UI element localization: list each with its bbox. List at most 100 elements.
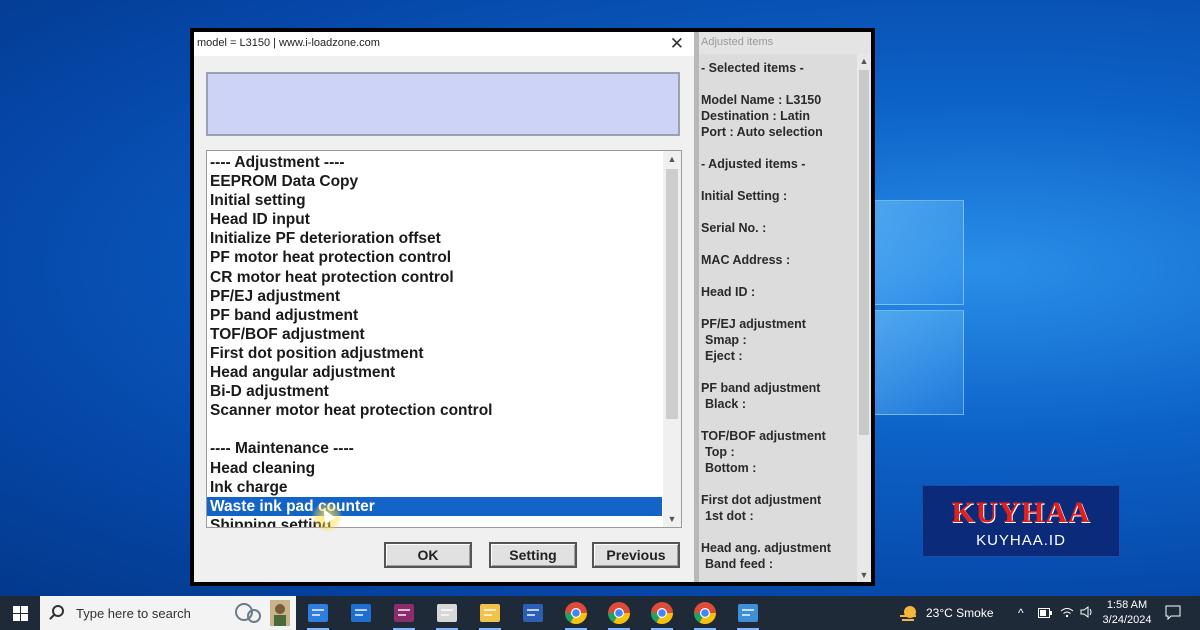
battery-icon[interactable] [1038, 608, 1052, 618]
list-section-header: ---- Maintenance ---- [210, 440, 354, 458]
list-item[interactable]: First dot position adjustment [207, 344, 662, 363]
taskbar: Type here to search 23°C Smoke ^ 1:58 AM… [0, 596, 1200, 630]
ok-button[interactable]: OK [384, 542, 472, 568]
list-item[interactable]: EEPROM Data Copy [207, 172, 662, 191]
adjusted-items-panel: Adjusted items - Selected items - Model N… [699, 32, 871, 582]
adjusted-item-line: Eject : [705, 349, 743, 363]
watermark-url: KUYHAA.ID [976, 532, 1066, 549]
volume-icon[interactable] [1080, 606, 1094, 618]
file-explorer-icon[interactable] [477, 600, 503, 630]
window-title-bar: model = L3150 | www.i-loadzone.com ✕ [194, 32, 694, 56]
adjusted-item-line: Bottom : [705, 461, 757, 475]
chrome-profile-k-icon[interactable] [692, 600, 718, 630]
adjusted-item-line: Smap : [705, 333, 747, 347]
list-item[interactable]: CR motor heat protection control [207, 268, 662, 287]
adjusted-items-box: - Selected items - Model Name : L3150 Dest… [699, 54, 871, 582]
adjusted-item-line [701, 140, 851, 156]
adjusted-item-line [701, 236, 851, 252]
adjusted-item-line: MAC Address : [701, 253, 791, 267]
close-icon[interactable]: ✕ [670, 34, 684, 54]
adjusted-items-scrollbar[interactable]: ▲ ▼ [857, 54, 871, 582]
list-item[interactable]: Ink charge [207, 478, 662, 497]
adj-scroll-up-icon[interactable]: ▲ [857, 54, 871, 68]
list-item[interactable]: Head ID input [207, 210, 662, 229]
watermark-title: KUYHAA [951, 496, 1091, 529]
list-section-header: ---- Adjustment ---- [210, 154, 345, 171]
adjusted-item-line: TOF/BOF adjustment [701, 429, 826, 443]
adjusted-item-line: Black : [705, 397, 746, 411]
chevron-up-icon[interactable]: ^ [1018, 606, 1024, 620]
chrome-icon[interactable] [563, 600, 589, 630]
start-button[interactable] [0, 596, 40, 630]
adjusted-item-line [701, 412, 851, 428]
scroll-thumb[interactable] [666, 169, 678, 419]
list-item[interactable]: Waste ink pad counter [207, 496, 662, 516]
adjusted-item-line: Initial Setting : [701, 189, 788, 203]
adjusted-item-line: Top : [705, 445, 735, 459]
adjusted-item-line: Port : Auto selection [701, 125, 823, 139]
adjusted-item-line [701, 364, 851, 380]
list-item[interactable]: Initialize PF deterioration offset [207, 229, 662, 248]
adjusted-items-text: - Selected items - Model Name : L3150 Dest… [701, 60, 851, 572]
watermark-logo: KUYHAA KUYHAA.ID [922, 485, 1120, 557]
list-item[interactable]: Bi-D adjustment [207, 382, 662, 401]
list-item[interactable]: Head cleaning [207, 459, 662, 478]
adjusted-item-line [701, 204, 851, 220]
adjusted-item-line: Destination : Latin [701, 109, 811, 123]
adjustment-listbox[interactable]: ---- Adjustment ---- EEPROM Data Copy Init… [206, 150, 682, 528]
list-item[interactable]: PF/EJ adjustment [207, 287, 662, 306]
adjusted-items-title: Adjusted items [701, 36, 774, 48]
adjusted-item-line [701, 524, 851, 540]
clock-date[interactable]: 3/24/2024 [1100, 614, 1154, 626]
list-item[interactable]: Initial setting [207, 191, 662, 210]
window-title: model = L3150 | www.i-loadzone.com [197, 37, 380, 49]
adjusted-item-line: - Selected items - [701, 61, 804, 75]
adj-scroll-down-icon[interactable]: ▼ [857, 568, 871, 582]
description-box [206, 72, 680, 136]
list-items: ---- Adjustment ---- EEPROM Data Copy Init… [207, 153, 662, 527]
list-item[interactable]: Head angular adjustment [207, 363, 662, 382]
adjusted-item-line: PF band adjustment [701, 381, 821, 395]
adjusted-item-line: Serial No. : [701, 221, 767, 235]
desktop-background: KUYHAA KUYHAA.ID model = L3150 | www.i-l… [0, 0, 1200, 596]
previous-button[interactable]: Previous [592, 542, 680, 568]
wifi-icon[interactable] [1060, 606, 1074, 618]
winrar-icon[interactable] [391, 600, 417, 630]
control-panel-icon[interactable] [735, 600, 761, 630]
adjusted-item-line [701, 76, 851, 92]
list-scrollbar[interactable]: ▲ ▼ [663, 151, 681, 527]
list-item[interactable]: Shipping setting [207, 516, 662, 527]
adjusted-item-line: Head ang. adjustment [701, 541, 831, 555]
notification-icon[interactable] [1165, 605, 1181, 620]
weather-text[interactable]: 23°C Smoke [926, 606, 994, 620]
windows-logo-wallpaper [872, 172, 992, 462]
adjusted-item-line: 1st dot : [705, 509, 754, 523]
mail-icon[interactable] [348, 600, 374, 626]
adjusted-item-line [701, 476, 851, 492]
paint-icon[interactable] [434, 600, 460, 630]
list-item[interactable]: PF motor heat protection control [207, 248, 662, 267]
search-highlight-art-icon [235, 600, 290, 626]
setting-button[interactable]: Setting [489, 542, 577, 568]
adjusted-item-line: Head ID : [701, 285, 756, 299]
adj-scroll-thumb[interactable] [859, 70, 869, 435]
list-item[interactable]: TOF/BOF adjustment [207, 325, 662, 344]
adjusted-item-line [701, 268, 851, 284]
chrome-profile-b-icon[interactable] [649, 600, 675, 630]
store-icon[interactable] [305, 600, 331, 630]
clock-time[interactable]: 1:58 AM [1104, 599, 1150, 611]
adjustment-program-window: model = L3150 | www.i-loadzone.com ✕ ---… [190, 28, 875, 586]
list-item[interactable]: Scanner motor heat protection control [207, 401, 662, 420]
scroll-down-icon[interactable]: ▼ [663, 511, 681, 527]
adjusted-item-line: Model Name : L3150 [701, 93, 822, 107]
adjusted-item-line: Band feed : [705, 557, 774, 571]
chrome-profile-a-icon[interactable] [606, 600, 632, 630]
taskbar-search-box[interactable]: Type here to search [40, 596, 296, 630]
scroll-up-icon[interactable]: ▲ [663, 151, 681, 167]
windows-start-icon [13, 606, 20, 613]
word-icon[interactable] [520, 600, 546, 626]
adjusted-item-line: First dot adjustment [701, 493, 822, 507]
list-item[interactable]: PF band adjustment [207, 306, 662, 325]
mouse-cursor-highlight [312, 502, 342, 532]
